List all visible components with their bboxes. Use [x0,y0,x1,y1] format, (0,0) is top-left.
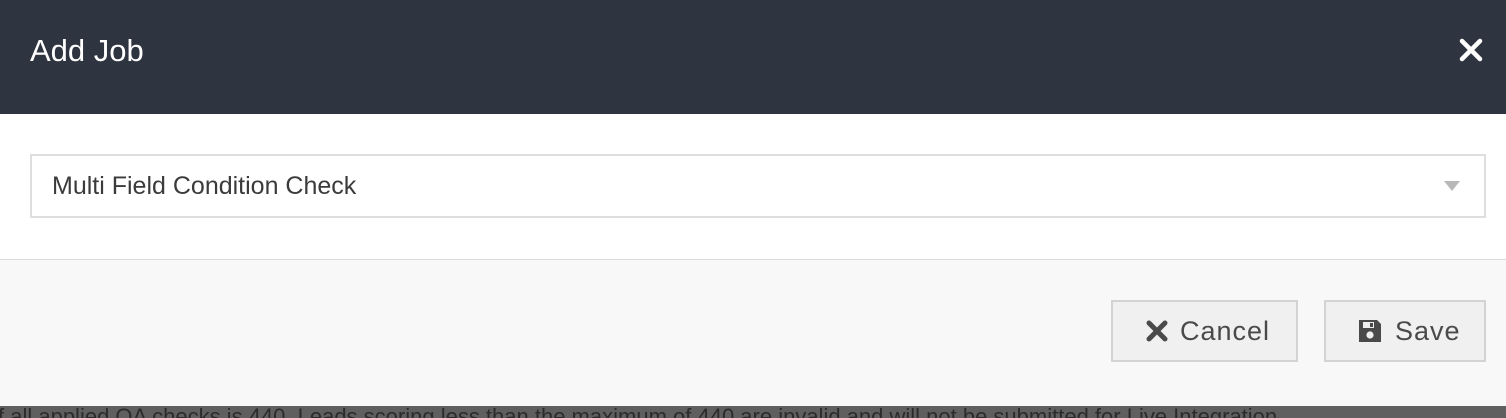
caret-down-icon [1444,181,1460,191]
modal-header: Add Job [0,0,1506,114]
cancel-button-label: Cancel [1180,316,1271,346]
cancel-button[interactable]: Cancel [1111,300,1298,362]
close-icon [1459,38,1483,62]
close-button[interactable] [1454,30,1488,70]
add-job-modal: Add Job Multi Field Condition Check Canc… [0,0,1506,406]
job-type-select[interactable]: Multi Field Condition Check [30,154,1486,218]
modal-footer: Cancel Save [0,260,1506,406]
floppy-disk-icon [1359,320,1381,342]
x-icon [1146,320,1168,342]
job-type-selected-value: Multi Field Condition Check [52,172,357,200]
save-button-label: Save [1395,316,1461,346]
save-button[interactable]: Save [1324,300,1486,362]
modal-body: Multi Field Condition Check [0,114,1506,260]
modal-title: Add Job [30,33,144,68]
